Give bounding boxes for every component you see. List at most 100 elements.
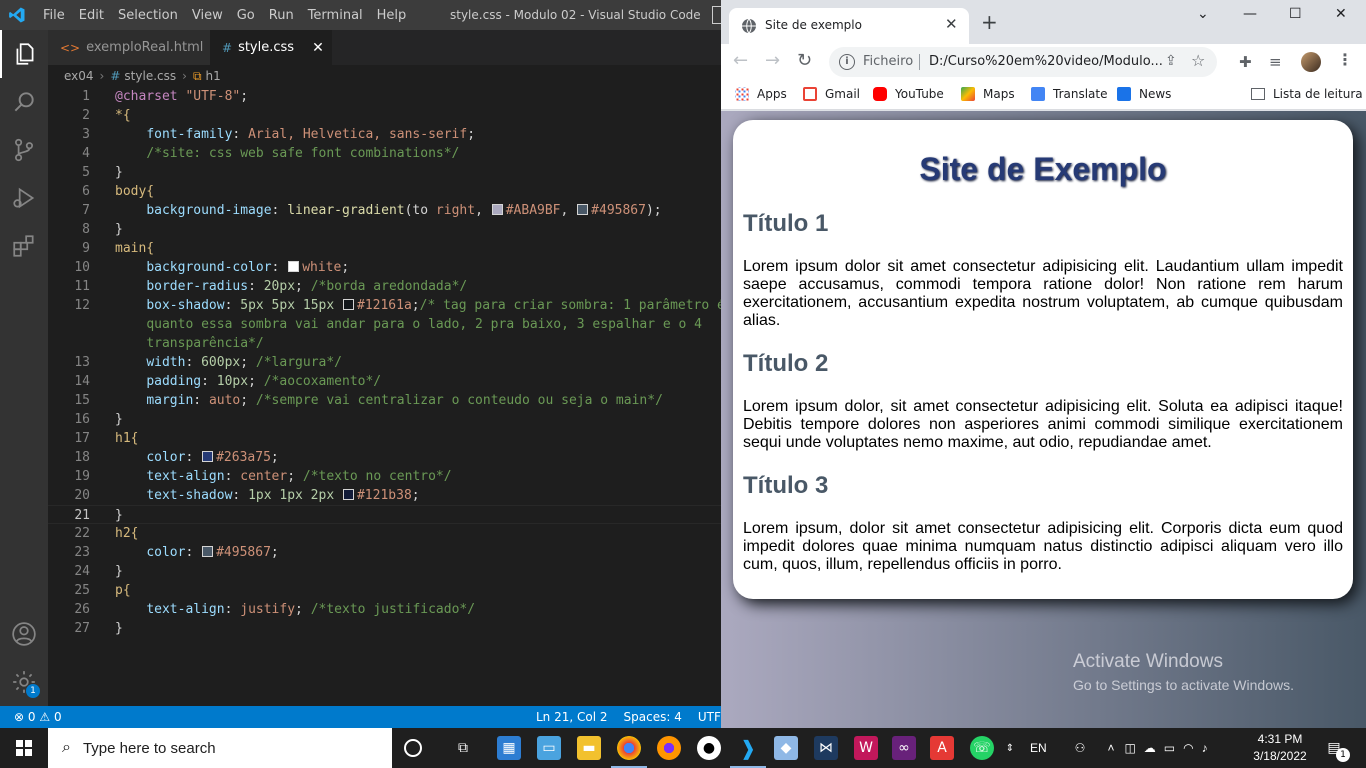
tab-label: style.css xyxy=(238,40,295,55)
minimize-icon[interactable]: — xyxy=(1243,6,1257,22)
profile-avatar[interactable] xyxy=(1301,52,1321,72)
breadcrumb-symbol[interactable]: h1 xyxy=(206,69,221,83)
code-line: 25 p{ xyxy=(74,583,131,598)
problems-indicator[interactable]: ⊗ 0 ⚠ 0 xyxy=(14,706,62,728)
task-view-icon[interactable]: ⧉ xyxy=(451,736,475,760)
run-debug-icon[interactable] xyxy=(0,174,48,222)
meet-now-icon[interactable]: ◫ xyxy=(1124,741,1135,755)
firefox-app-icon[interactable] xyxy=(657,736,681,760)
reading-list[interactable]: Lista de leitura xyxy=(1251,87,1363,101)
reload-icon[interactable]: ↻ xyxy=(797,51,812,71)
search-icon[interactable] xyxy=(0,78,48,126)
onedrive-icon[interactable]: ☁ xyxy=(1144,741,1156,755)
code-editor[interactable]: 1 @charset "UTF-8"; 2 *{ 3 font-family: Ar… xyxy=(48,87,721,706)
info-icon[interactable]: i xyxy=(839,54,855,70)
forward-icon[interactable]: → xyxy=(765,51,780,71)
clock[interactable]: 4:31 PM 3/18/2022 xyxy=(1250,731,1310,765)
bookmark-maps[interactable]: Maps xyxy=(961,87,1015,101)
restore-window-button[interactable] xyxy=(712,6,721,24)
notification-badge: 1 xyxy=(1336,748,1350,762)
main-card: Site de Exemplo Título 1 Lorem ipsum dol… xyxy=(733,120,1353,599)
color-swatch[interactable] xyxy=(343,299,354,310)
tab-style-css[interactable]: # style.css ✕ xyxy=(210,30,332,65)
menu-view[interactable]: View xyxy=(185,8,230,23)
desktop-app-icon[interactable]: ▭ xyxy=(537,736,561,760)
color-swatch[interactable] xyxy=(288,261,300,272)
people-icon[interactable]: ⚇ xyxy=(1075,741,1086,755)
chrome-app-icon[interactable] xyxy=(611,736,647,768)
file-explorer-icon[interactable]: ▬ xyxy=(577,736,601,760)
tab-search-icon[interactable]: ⌄ xyxy=(1197,6,1209,22)
address-bar[interactable]: i Ficheiro D:/Curso%20em%20video/Modulo.… xyxy=(829,47,1217,77)
bookmark-youtube[interactable]: YouTube xyxy=(873,87,944,101)
code-line: quanto essa sombra vai andar para o lado… xyxy=(146,317,703,332)
color-swatch[interactable] xyxy=(202,451,214,462)
code-line: 19 text-align: center; /*texto no centro… xyxy=(74,469,452,484)
close-window-icon[interactable]: ✕ xyxy=(1335,6,1347,22)
translate-icon xyxy=(1031,87,1045,101)
share-icon[interactable]: ⇪ xyxy=(1165,53,1177,69)
language-indicator[interactable]: EN xyxy=(1030,741,1047,755)
menu-run[interactable]: Run xyxy=(262,8,301,23)
page-title: Site de Exemplo xyxy=(919,151,1167,187)
extensions-puzzle-icon[interactable]: ✚ xyxy=(1239,53,1252,71)
extensions-icon[interactable] xyxy=(0,222,48,270)
vscode-app-icon[interactable]: ❱ xyxy=(730,736,766,768)
new-tab-icon[interactable]: + xyxy=(981,12,998,32)
color-swatch[interactable] xyxy=(577,204,589,215)
bookmark-star-icon[interactable]: ☆ xyxy=(1191,51,1205,70)
indentation[interactable]: Spaces: 4 xyxy=(624,706,682,728)
explorer-icon[interactable] xyxy=(0,30,48,78)
source-control-icon[interactable] xyxy=(0,126,48,174)
chevron-up-icon[interactable]: ˄ xyxy=(1107,741,1114,755)
media-control-icon[interactable]: ≡ xyxy=(1269,53,1282,71)
tab-exemploreal-html[interactable]: <> exemploReal.html xyxy=(48,30,210,65)
vscode-titlebar: File Edit Selection View Go Run Terminal… xyxy=(0,0,721,30)
menu-terminal[interactable]: Terminal xyxy=(301,8,370,23)
whatsapp-app-icon[interactable]: ☏ xyxy=(970,736,994,760)
code-line: 24} xyxy=(74,564,123,579)
cursor-position[interactable]: Ln 21, Col 2 xyxy=(536,706,608,728)
back-icon[interactable]: ← xyxy=(733,51,748,71)
color-swatch[interactable] xyxy=(491,204,503,215)
github-app-icon[interactable]: ● xyxy=(697,736,721,760)
wamp-app-icon[interactable]: W xyxy=(854,736,878,760)
cube-app-icon[interactable]: ◆ xyxy=(774,736,798,760)
cortana-icon[interactable] xyxy=(404,739,422,757)
bookmark-news[interactable]: News xyxy=(1117,87,1171,101)
color-swatch[interactable] xyxy=(342,489,354,500)
taskbar-scroll-icon[interactable]: ⇕ xyxy=(1003,736,1017,760)
bookmark-translate[interactable]: Translate xyxy=(1031,87,1108,101)
breadcrumb-file[interactable]: style.css xyxy=(124,69,176,83)
menu-file[interactable]: File xyxy=(36,8,72,23)
chrome-window: Site de exemplo ✕ + ⌄ — ☐ ✕ ← → ↻ i Fich… xyxy=(721,0,1366,728)
warning-count: 0 xyxy=(53,710,62,724)
visual-studio-app-icon[interactable]: ∞ xyxy=(892,736,916,760)
bookmark-apps[interactable]: Apps xyxy=(735,87,787,101)
bookmark-gmail[interactable]: Gmail xyxy=(803,87,860,101)
warning-icon: ⚠ xyxy=(39,710,51,724)
settings-gear-icon[interactable]: 1 xyxy=(0,658,48,706)
start-button[interactable] xyxy=(0,728,48,768)
accounts-icon[interactable] xyxy=(0,610,48,658)
close-tab-icon[interactable]: ✕ xyxy=(945,15,958,33)
maximize-icon[interactable]: ☐ xyxy=(1289,6,1302,22)
menu-edit[interactable]: Edit xyxy=(72,8,111,23)
menu-go[interactable]: Go xyxy=(230,8,262,23)
calculator-app-icon[interactable]: ▦ xyxy=(497,736,521,760)
tab-label: exemploReal.html xyxy=(86,40,204,55)
close-tab-icon[interactable]: ✕ xyxy=(312,40,324,56)
taskbar-search[interactable]: ⌕ Type here to search xyxy=(48,728,392,768)
battery-icon[interactable]: ▭ xyxy=(1164,741,1175,755)
volume-icon[interactable]: ♪ xyxy=(1202,741,1208,755)
wifi-icon[interactable]: ◠ xyxy=(1183,741,1193,755)
menu-selection[interactable]: Selection xyxy=(111,8,185,23)
menu-help[interactable]: Help xyxy=(370,8,414,23)
access-app-icon[interactable]: A xyxy=(930,736,954,760)
color-swatch[interactable] xyxy=(202,546,214,557)
terminal-app-icon[interactable]: ⋈ xyxy=(814,736,838,760)
breadcrumb-folder[interactable]: ex04 xyxy=(64,69,94,83)
status-bar: ⊗ 0 ⚠ 0 Ln 21, Col 2 Spaces: 4 UTF-8 xyxy=(0,706,733,728)
more-menu-icon[interactable]: ⋮ xyxy=(1337,50,1353,69)
browser-tab[interactable]: Site de exemplo ✕ xyxy=(729,8,969,44)
